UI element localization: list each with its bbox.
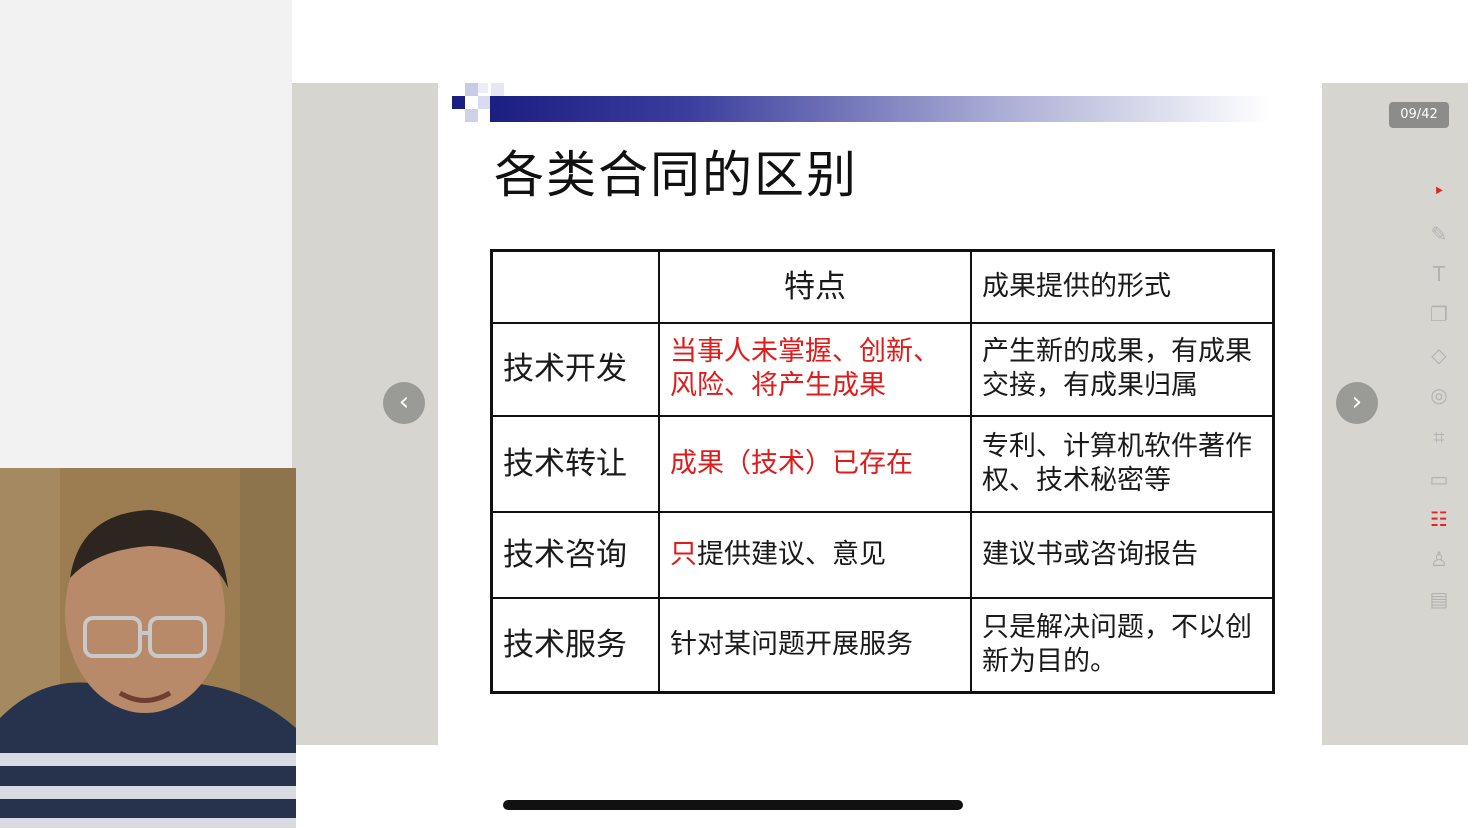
feature-text: 提供建议、意见 xyxy=(697,538,886,570)
home-indicator xyxy=(503,800,963,810)
shape-tool-icon[interactable]: ❐ xyxy=(1426,301,1452,327)
feature-text: 针对某问题开展服务 xyxy=(670,628,913,660)
chevron-left-icon: ‹ xyxy=(398,387,410,417)
pixel-decoration xyxy=(491,83,504,96)
slide-title: 各类合同的区别 xyxy=(494,146,858,204)
pixel-decoration xyxy=(452,96,465,109)
pen-tool-icon[interactable]: ✎ xyxy=(1426,221,1452,247)
feature-highlight-text: 只 xyxy=(670,538,697,570)
header-cell-form: 成果提供的形式 xyxy=(970,249,1275,324)
chevron-right-icon: › xyxy=(1351,387,1363,417)
header-cell-feature: 特点 xyxy=(658,249,972,324)
spotlight-tool-icon[interactable]: ◎ xyxy=(1426,382,1452,408)
feature-cell: 针对某问题开展服务 xyxy=(658,596,972,694)
table-header-row: 特点 成果提供的形式 xyxy=(490,249,1275,324)
feature-cell: 只提供建议、意见 xyxy=(658,510,972,599)
text-tool-icon[interactable]: T xyxy=(1426,261,1452,287)
contract-type-cell: 技术咨询 xyxy=(490,510,660,599)
table-row: 技术服务 针对某问题开展服务 只是解决问题，不以创新为目的。 xyxy=(490,596,1275,694)
feature-highlight-text: 成果（技术）已存在 xyxy=(670,447,913,479)
pixel-decoration xyxy=(465,109,478,122)
contract-type-cell: 技术服务 xyxy=(490,596,660,694)
header-cell-empty xyxy=(490,249,660,324)
result-form-cell: 建议书或咨询报告 xyxy=(970,510,1275,599)
pointer-tool-icon[interactable]: ‣ xyxy=(1426,178,1452,204)
prev-slide-button[interactable]: ‹ xyxy=(383,382,425,424)
presenter-video xyxy=(0,468,296,828)
pixel-decoration xyxy=(465,83,478,96)
result-form-cell: 专利、计算机软件著作权、技术秘密等 xyxy=(970,414,1275,513)
toolbox-tool-icon[interactable]: ▭ xyxy=(1426,466,1452,492)
contract-type-cell: 技术转让 xyxy=(490,414,660,513)
page-counter: 09/42 xyxy=(1389,102,1449,128)
eraser-tool-icon[interactable]: ◇ xyxy=(1426,342,1452,368)
feature-cell: 当事人未掌握、创新、风险、将产生成果 xyxy=(658,321,972,417)
contract-type-cell: 技术开发 xyxy=(490,321,660,417)
pixel-decoration xyxy=(478,83,488,93)
comparison-table: 特点 成果提供的形式 技术开发 当事人未掌握、创新、风险、将产生成果 产生新的成… xyxy=(490,249,1275,694)
result-form-cell: 产生新的成果，有成果交接，有成果归属 xyxy=(970,321,1275,417)
slide: 各类合同的区别 特点 成果提供的形式 技术开发 当事人未掌握、创新、风险、将产生… xyxy=(438,83,1322,745)
table-row: 技术转让 成果（技术）已存在 专利、计算机软件著作权、技术秘密等 xyxy=(490,414,1275,513)
crop-tool-icon[interactable]: ⌗ xyxy=(1426,424,1452,450)
result-form-cell: 只是解决问题，不以创新为目的。 xyxy=(970,596,1275,694)
feature-highlight-text: 当事人未掌握、创新、风险、将产生成果 xyxy=(670,336,940,401)
next-slide-button[interactable]: › xyxy=(1336,382,1378,424)
feature-cell: 成果（技术）已存在 xyxy=(658,414,972,513)
title-decoration-bar xyxy=(490,96,1270,122)
folder-tool-icon[interactable]: ▤ xyxy=(1426,586,1452,612)
participants-tool-icon[interactable]: ♙ xyxy=(1426,546,1452,572)
presenter-figure xyxy=(0,468,296,828)
chat-tool-icon[interactable]: ☷ xyxy=(1426,506,1452,532)
table-row: 技术开发 当事人未掌握、创新、风险、将产生成果 产生新的成果，有成果交接，有成果… xyxy=(490,321,1275,417)
table-row: 技术咨询 只提供建议、意见 建议书或咨询报告 xyxy=(490,510,1275,599)
